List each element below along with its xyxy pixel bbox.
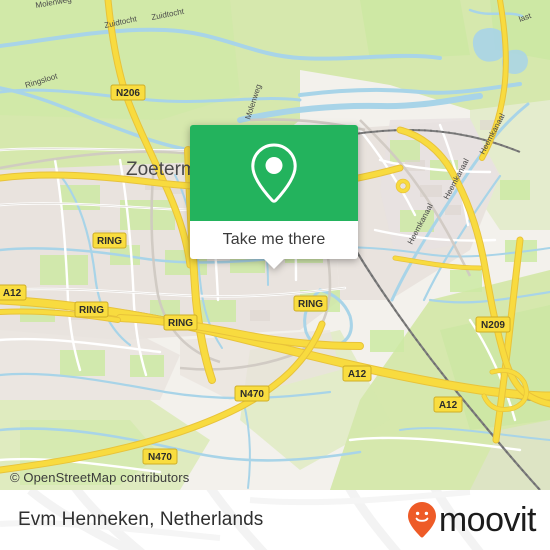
svg-text:A12: A12 <box>3 288 22 299</box>
svg-text:RING: RING <box>168 318 193 329</box>
take-me-there-button[interactable]: Take me there <box>223 231 326 249</box>
popup-tail-pointer <box>263 258 285 269</box>
road-shield-a12-west: A12 <box>0 284 27 301</box>
road-shield-a12-mid: A12 <box>342 365 372 382</box>
map-pin-icon <box>251 143 297 203</box>
road-shield-a12-east: A12 <box>433 396 463 413</box>
svg-text:N470: N470 <box>240 389 264 400</box>
footer-bar: Evm Henneken, Netherlands moovit <box>0 490 550 550</box>
popup-action-bar[interactable]: Take me there <box>190 221 358 269</box>
road-shield-n209: N209 <box>475 316 511 333</box>
svg-text:N470: N470 <box>148 452 172 463</box>
svg-text:A12: A12 <box>348 369 367 380</box>
osm-attribution[interactable]: © OpenStreetMap contributors <box>10 470 189 485</box>
svg-text:N206: N206 <box>116 88 140 99</box>
moovit-pin-smiley-icon <box>407 502 436 538</box>
location-popup-card[interactable]: Take me there <box>190 125 358 269</box>
road-shield-n470-mid: N470 <box>234 385 270 402</box>
popup-header <box>190 125 358 221</box>
moovit-map-screenshot: .farm { fill:#d6e8ad; } .grass { fill:#c… <box>0 0 550 550</box>
moovit-brand-logo[interactable]: moovit <box>407 501 537 539</box>
svg-text:RING: RING <box>97 236 122 247</box>
svg-text:RING: RING <box>298 299 323 310</box>
svg-text:RING: RING <box>79 305 104 316</box>
road-shield-ring-4: RING <box>293 295 328 312</box>
road-shield-ring-2: RING <box>74 301 109 318</box>
road-shield-n206: N206 <box>110 84 146 101</box>
road-shield-ring-1: RING <box>92 232 127 249</box>
place-title: Evm Henneken, Netherlands <box>18 509 264 530</box>
moovit-wordmark: moovit <box>438 501 537 539</box>
svg-text:N209: N209 <box>481 320 505 331</box>
road-shield-ring-3: RING <box>163 314 198 331</box>
svg-text:A12: A12 <box>439 400 458 411</box>
road-shield-n470-sw: N470 <box>142 448 178 465</box>
